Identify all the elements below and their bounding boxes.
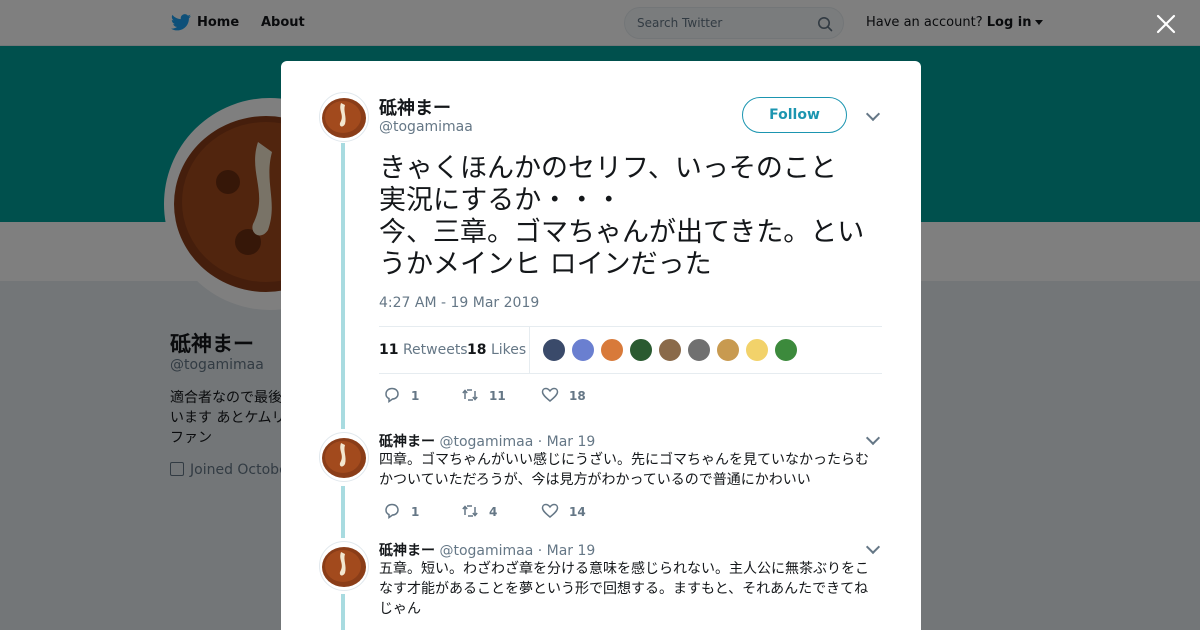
chevron-down-icon[interactable] [865,106,881,122]
tweet-author-handle[interactable]: @togamimaa [379,119,473,135]
chevron-down-icon[interactable] [865,430,881,446]
liker-avatar[interactable] [629,338,653,362]
reply-date[interactable]: · Mar 19 [538,434,596,450]
liker-avatar[interactable] [716,338,740,362]
reply-avatar[interactable] [319,432,369,482]
heart-icon[interactable] [541,502,559,520]
reply-text: 四章。ゴマちゃんがいい感じにうざい。先にゴマちゃんを見ていなかったらむかついてい… [379,452,869,488]
liker-avatar[interactable] [658,338,682,362]
reply-icon[interactable] [383,502,401,520]
thread-line [341,143,345,429]
thread-line [341,486,345,538]
follow-button[interactable]: Follow [742,97,847,133]
liker-avatar[interactable] [571,338,595,362]
liker-avatar[interactable] [542,338,566,362]
reply-text: 五章。短い。わざわざ章を分ける意味を感じられない。主人公に無茶ぶりをこなす才能が… [379,561,869,617]
liker-avatar[interactable] [745,338,769,362]
thread-line [341,594,345,630]
like-stat[interactable]: 18 Likes [467,342,526,358]
chevron-down-icon[interactable] [865,539,881,555]
liker-avatar[interactable] [774,338,798,362]
tweet-stats: 11 Retweets 18 Likes [379,326,882,374]
reply-author-handle[interactable]: @togamimaa [439,543,533,559]
reply-author-name[interactable]: 砥神まー [379,434,435,450]
heart-icon[interactable] [541,386,559,404]
reply-author-handle[interactable]: @togamimaa [439,434,533,450]
tweet-author-name[interactable]: 砥神まー [379,94,451,120]
stats-divider [529,327,530,374]
tweet-text: きゃくほんかのセリフ、いっそのこと 実況にするか・・・ 今、三章。ゴマちゃんが出… [379,153,865,280]
liker-avatar[interactable] [600,338,624,362]
tweet-avatar[interactable] [319,92,369,142]
reply-header: 砥神まー @togamimaa · Mar 19 [379,540,595,560]
close-icon[interactable] [1155,13,1177,35]
tweet-modal: 砥神まー @togamimaa Follow きゃくほんかのセリフ、いっそのこと… [281,61,921,630]
reply-icon[interactable] [383,386,401,404]
retweet-icon[interactable] [461,502,479,520]
reply-author-name[interactable]: 砥神まー [379,543,435,559]
tweet-timestamp[interactable]: 4:27 AM - 19 Mar 2019 [379,295,539,311]
retweet-stat[interactable]: 11 Retweets [379,342,468,358]
reply-header: 砥神まー @togamimaa · Mar 19 [379,431,595,451]
reply-avatar[interactable] [319,541,369,591]
reply-date[interactable]: · Mar 19 [538,543,596,559]
liker-avatar[interactable] [687,338,711,362]
retweet-icon[interactable] [461,386,479,404]
